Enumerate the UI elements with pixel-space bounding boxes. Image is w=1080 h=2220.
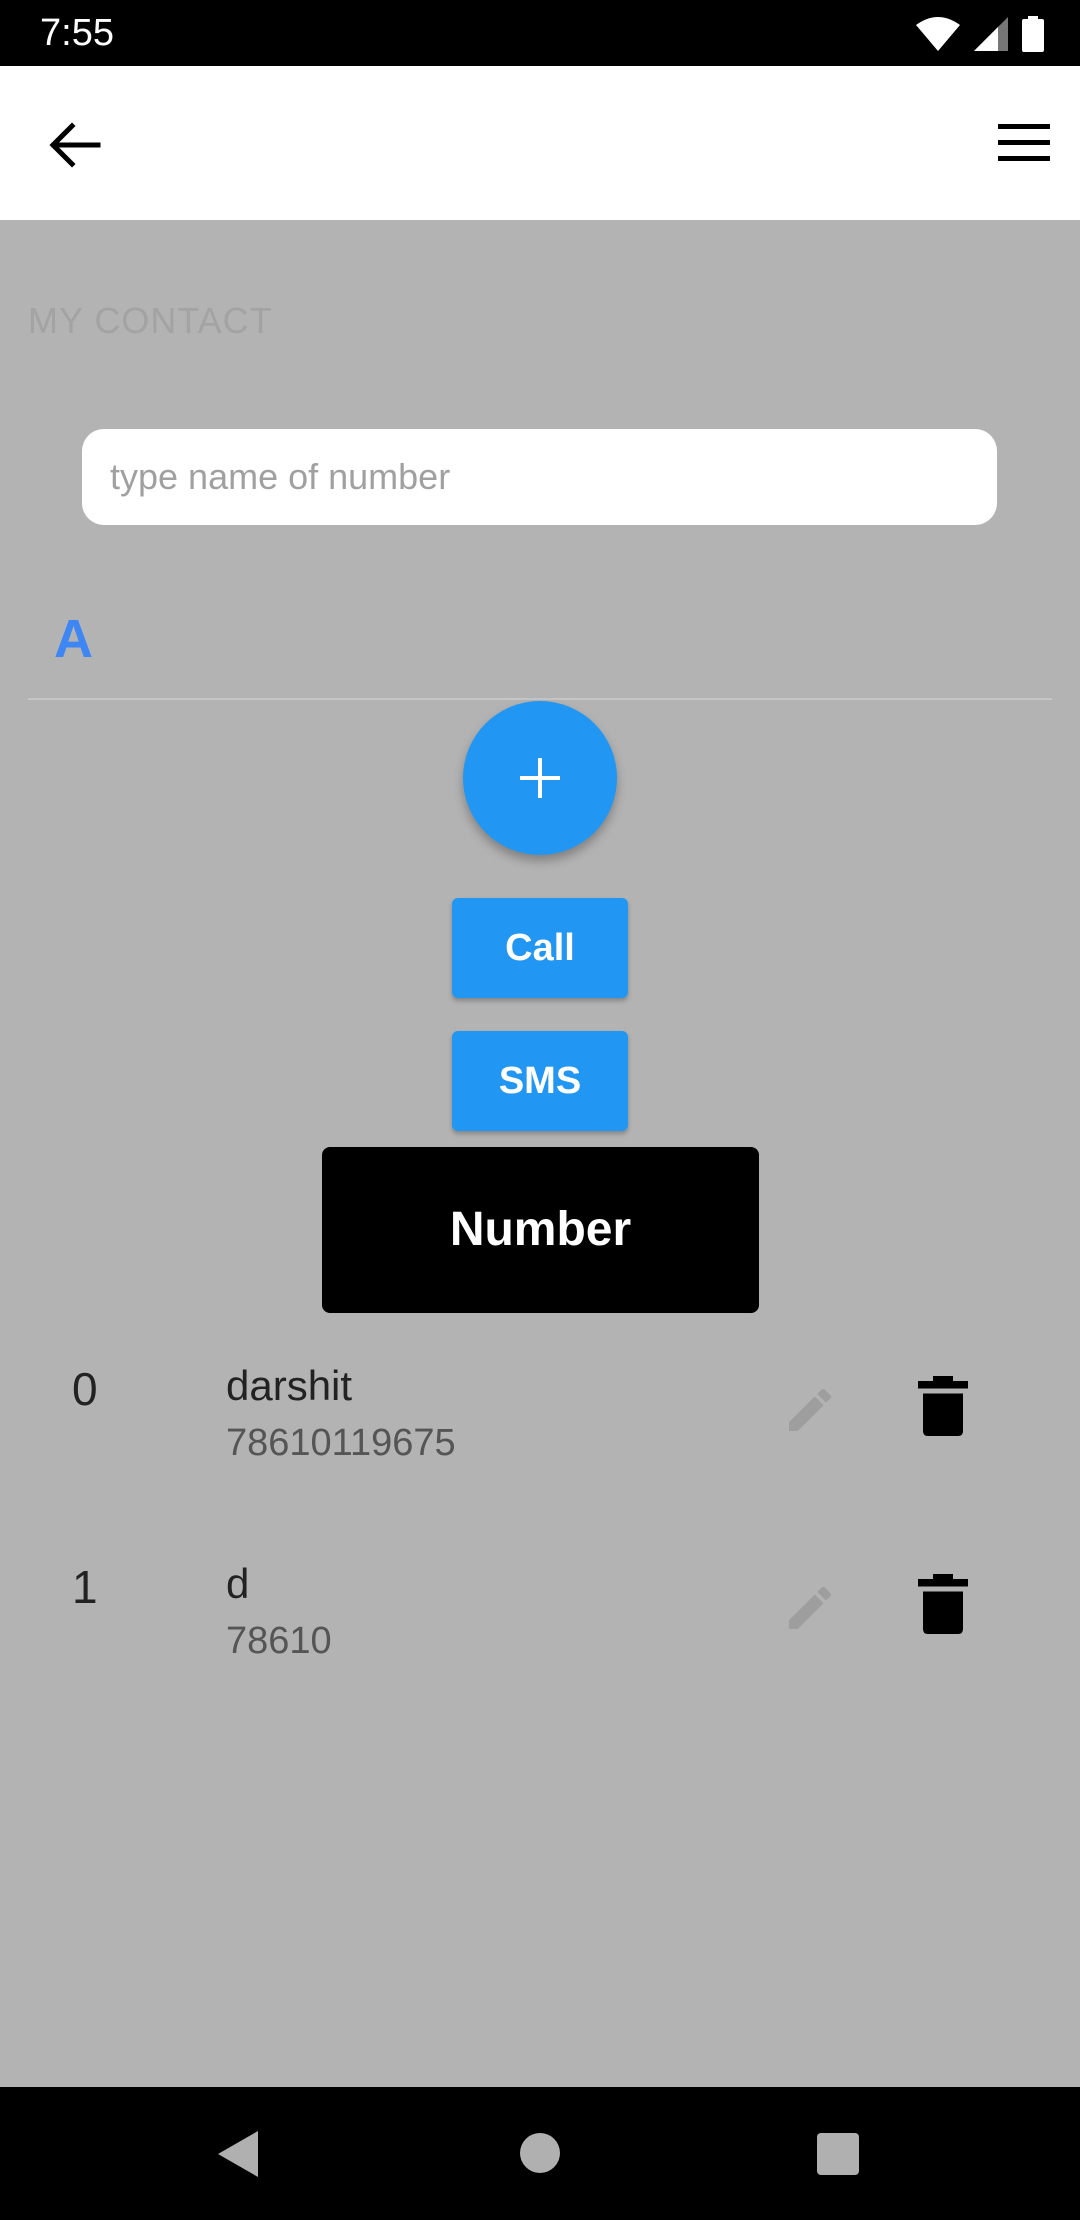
nav-home-icon[interactable]: [520, 2133, 560, 2173]
call-button[interactable]: Call: [452, 898, 628, 998]
contact-name: d: [226, 1560, 250, 1607]
arrow-back-icon[interactable]: [40, 110, 110, 180]
hamburger-menu-icon[interactable]: [996, 118, 1056, 168]
divider: [28, 698, 1052, 700]
contact-row[interactable]: 0 darshit 78610119675: [0, 1362, 1080, 1522]
nav-recents-icon[interactable]: [817, 2133, 859, 2175]
status-time: 7:55: [40, 12, 114, 54]
contact-index: 0: [72, 1363, 98, 1415]
delete-icon[interactable]: [918, 1376, 968, 1436]
edit-icon[interactable]: [782, 1382, 838, 1438]
battery-icon: [1022, 16, 1044, 52]
signal-icon: [974, 17, 1008, 51]
section-title: MY CONTACT: [28, 300, 273, 341]
plus-icon: [520, 758, 560, 798]
tooltip: Number: [322, 1147, 759, 1313]
search-input[interactable]: [82, 429, 997, 525]
add-fab-button[interactable]: [463, 701, 617, 855]
app-bar: [0, 66, 1080, 220]
contact-number: 78610119675: [226, 1422, 456, 1464]
delete-icon[interactable]: [918, 1574, 968, 1634]
contact-row[interactable]: 1 d 78610: [0, 1560, 1080, 1720]
group-letter: A: [54, 609, 93, 669]
system-nav-bar: [0, 2087, 1080, 2220]
edit-icon[interactable]: [782, 1580, 838, 1636]
status-bar: 7:55: [0, 0, 1080, 66]
contact-name: darshit: [226, 1362, 353, 1409]
status-icons: [916, 14, 1044, 54]
sms-button[interactable]: SMS: [452, 1031, 628, 1131]
wifi-icon: [916, 17, 960, 51]
contact-number: 78610: [226, 1620, 332, 1662]
contact-index: 1: [72, 1561, 98, 1613]
nav-back-icon[interactable]: [218, 2131, 260, 2177]
